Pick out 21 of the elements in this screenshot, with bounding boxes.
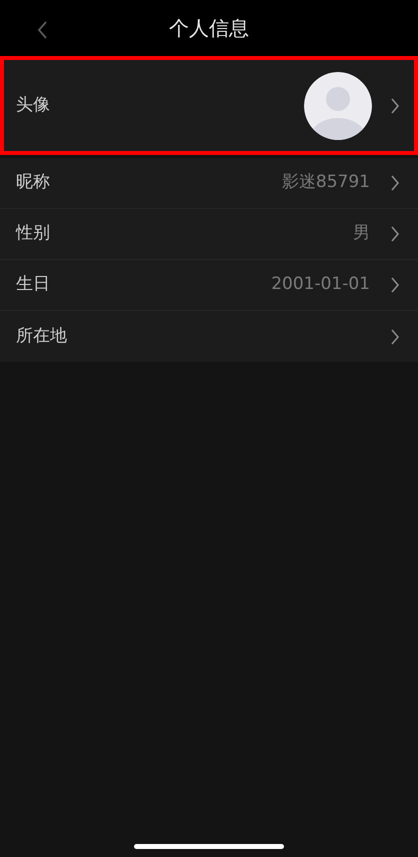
row-label: 头像 xyxy=(16,94,50,117)
chevron-icon xyxy=(390,328,400,346)
row-label: 生日 xyxy=(16,273,50,296)
row-value: 男 xyxy=(353,222,370,246)
info-row[interactable]: 昵称 影迷85791 xyxy=(0,158,418,209)
avatar-icon xyxy=(304,72,372,140)
info-row[interactable]: 所在地 xyxy=(0,311,418,362)
info-row[interactable]: 生日 2001-01-01 xyxy=(0,260,418,311)
avatar-row[interactable]: 头像 xyxy=(0,56,418,155)
info-row[interactable]: 性别 男 xyxy=(0,209,418,260)
row-value: 2001-01-01 xyxy=(271,273,370,296)
chevron-icon xyxy=(390,225,400,243)
row-value: 影迷85791 xyxy=(282,171,370,194)
row-label: 所在地 xyxy=(16,324,67,348)
back-icon xyxy=(36,20,48,40)
chevron-icon xyxy=(390,276,400,294)
chevron-icon xyxy=(390,174,400,192)
row-label: 性别 xyxy=(16,222,50,246)
page-title: 个人信息 xyxy=(169,15,249,42)
chevron-icon xyxy=(390,96,400,114)
row-label: 昵称 xyxy=(16,171,50,194)
